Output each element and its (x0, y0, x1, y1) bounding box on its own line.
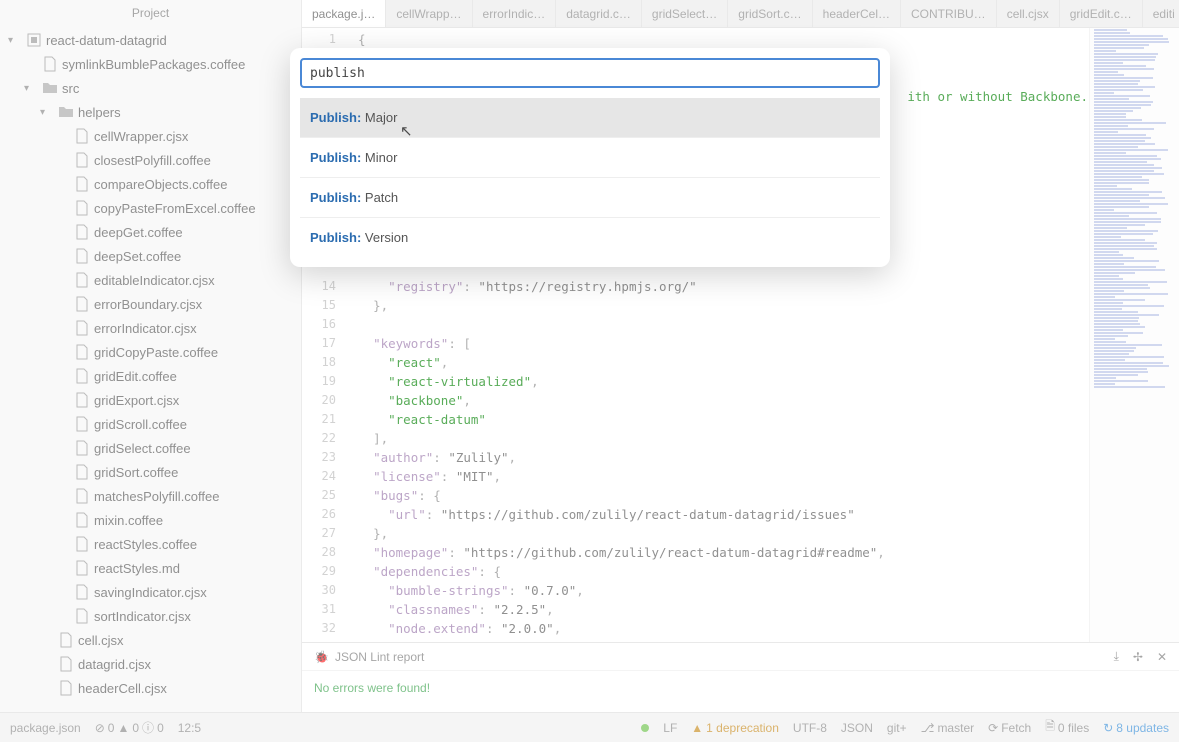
palette-category: Publish: (310, 190, 361, 205)
palette-action: Patch (365, 190, 398, 205)
command-palette-input[interactable] (300, 58, 880, 88)
palette-category: Publish: (310, 230, 361, 245)
palette-action: Major (365, 110, 398, 125)
palette-item[interactable]: Publish: Major (300, 98, 880, 138)
palette-action: Minor (365, 150, 398, 165)
command-palette-list: Publish: MajorPublish: MinorPublish: Pat… (300, 98, 880, 257)
palette-category: Publish: (310, 110, 361, 125)
palette-item[interactable]: Publish: Minor (300, 138, 880, 178)
palette-action: Version (365, 230, 408, 245)
palette-item[interactable]: Publish: Patch (300, 178, 880, 218)
palette-category: Publish: (310, 150, 361, 165)
command-palette: Publish: MajorPublish: MinorPublish: Pat… (290, 48, 890, 267)
palette-item[interactable]: Publish: Version (300, 218, 880, 257)
